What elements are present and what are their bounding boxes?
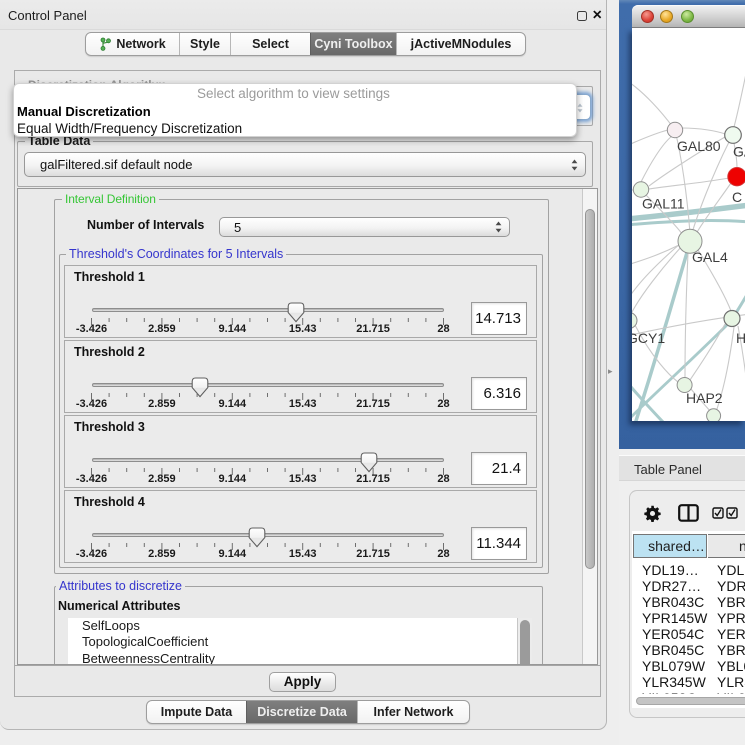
svg-text:GAL4: GAL4 — [692, 249, 728, 265]
svg-text:GCY1: GCY1 — [632, 330, 665, 346]
svg-text:GA: GA — [733, 144, 745, 160]
svg-text:HAP2: HAP2 — [686, 390, 723, 406]
svg-text:C: C — [732, 189, 742, 205]
svg-text:GAL80: GAL80 — [677, 138, 721, 154]
svg-text:GAL11: GAL11 — [642, 196, 685, 212]
svg-text:H: H — [736, 330, 745, 346]
